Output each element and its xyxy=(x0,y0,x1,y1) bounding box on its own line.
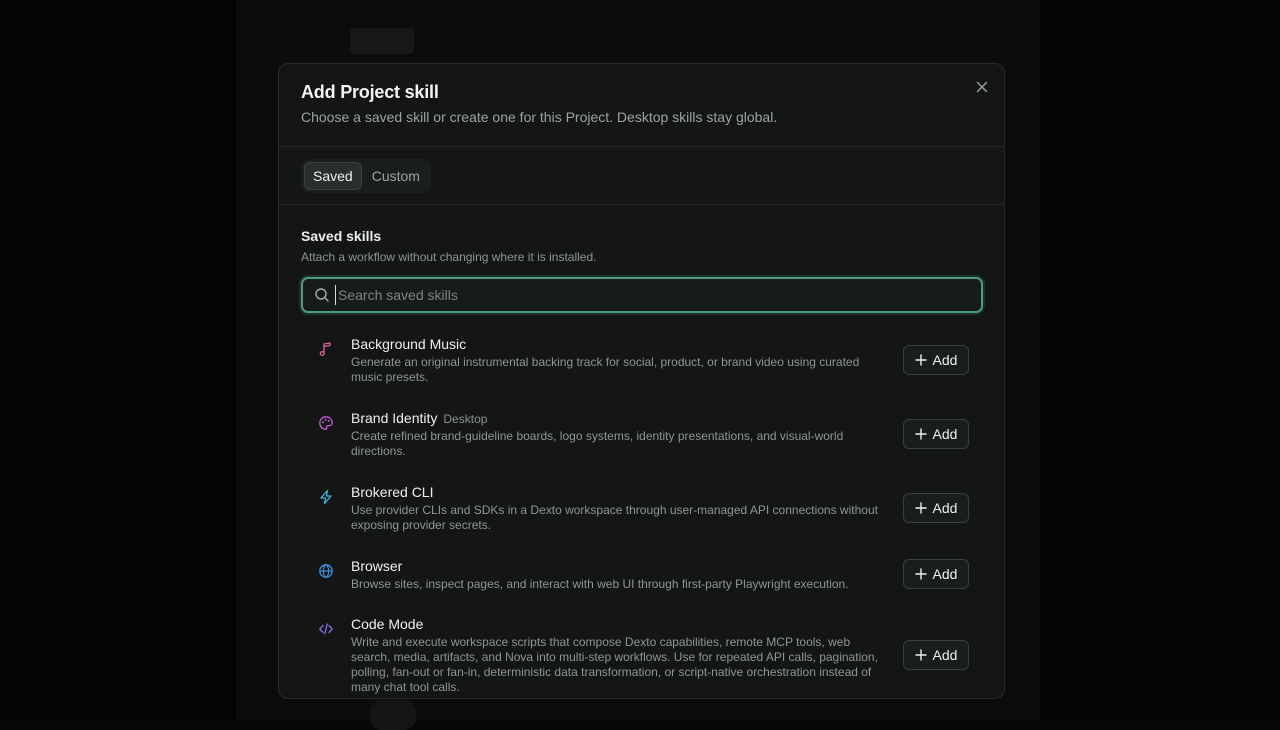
dialog-subtitle: Choose a saved skill or create one for t… xyxy=(301,109,778,125)
dialog-header: Add Project skill Choose a saved skill o… xyxy=(279,64,1004,147)
skill-name: Brokered CLI xyxy=(351,484,434,500)
background-avatar xyxy=(370,700,416,730)
skill-description: Generate an original instrumental backin… xyxy=(351,355,860,384)
section-description: Attach a workflow without changing where… xyxy=(301,250,597,264)
skill-description: Browse sites, inspect pages, and interac… xyxy=(351,577,849,591)
plus-icon xyxy=(914,649,927,661)
add-background-music-button[interactable]: Add xyxy=(903,345,969,375)
palette-icon xyxy=(319,416,333,430)
add-brand-identity-button[interactable]: Add xyxy=(903,419,969,449)
plus-icon xyxy=(914,568,927,580)
lightning-icon xyxy=(320,489,332,505)
tab-bar-row: Saved Custom xyxy=(279,147,1004,205)
skill-name: Browser xyxy=(351,558,403,574)
skill-description: Create refined brand-guideline boards, l… xyxy=(351,429,844,458)
tab-saved[interactable]: Saved xyxy=(304,162,362,190)
add-project-skill-dialog: Add Project skill Choose a saved skill o… xyxy=(278,63,1005,699)
desktop-badge: Desktop xyxy=(443,412,488,426)
add-browser-button[interactable]: Add xyxy=(903,559,969,589)
dialog-title: Add Project skill xyxy=(301,82,439,102)
skill-name: Brand Identity Desktop xyxy=(351,410,488,426)
skill-description: Write and execute workspace scripts that… xyxy=(351,635,878,694)
tab-bar: Saved Custom xyxy=(301,159,431,193)
close-button[interactable] xyxy=(973,78,991,96)
close-icon xyxy=(976,81,988,93)
background-page-title xyxy=(350,28,414,54)
skill-item-code-mode: Code Mode Write and execute workspace sc… xyxy=(301,616,971,696)
add-brokered-cli-button[interactable]: Add xyxy=(903,493,969,523)
search-icon xyxy=(315,288,329,302)
search-input[interactable] xyxy=(335,285,965,305)
globe-icon xyxy=(319,564,333,578)
section-title: Saved skills xyxy=(301,228,382,244)
skill-item-brokered-cli: Brokered CLI Use provider CLIs and SDKs … xyxy=(301,484,971,534)
skill-item-browser: Browser Browse sites, inspect pages, and… xyxy=(301,558,971,594)
search-field[interactable] xyxy=(301,277,983,313)
skill-name: Code Mode xyxy=(351,616,424,632)
plus-icon xyxy=(914,354,927,366)
plus-icon xyxy=(914,428,927,440)
skill-name: Background Music xyxy=(351,336,467,352)
tab-custom[interactable]: Custom xyxy=(364,162,428,190)
plus-icon xyxy=(914,502,927,514)
code-icon xyxy=(319,623,333,635)
add-code-mode-button[interactable]: Add xyxy=(903,640,969,670)
skill-item-brand-identity: Brand Identity Desktop Create refined bra… xyxy=(301,410,971,460)
skill-item-background-music: Background Music Generate an original in… xyxy=(301,336,971,386)
skill-description: Use provider CLIs and SDKs in a Dexto wo… xyxy=(351,503,878,532)
music-note-icon xyxy=(319,342,331,357)
